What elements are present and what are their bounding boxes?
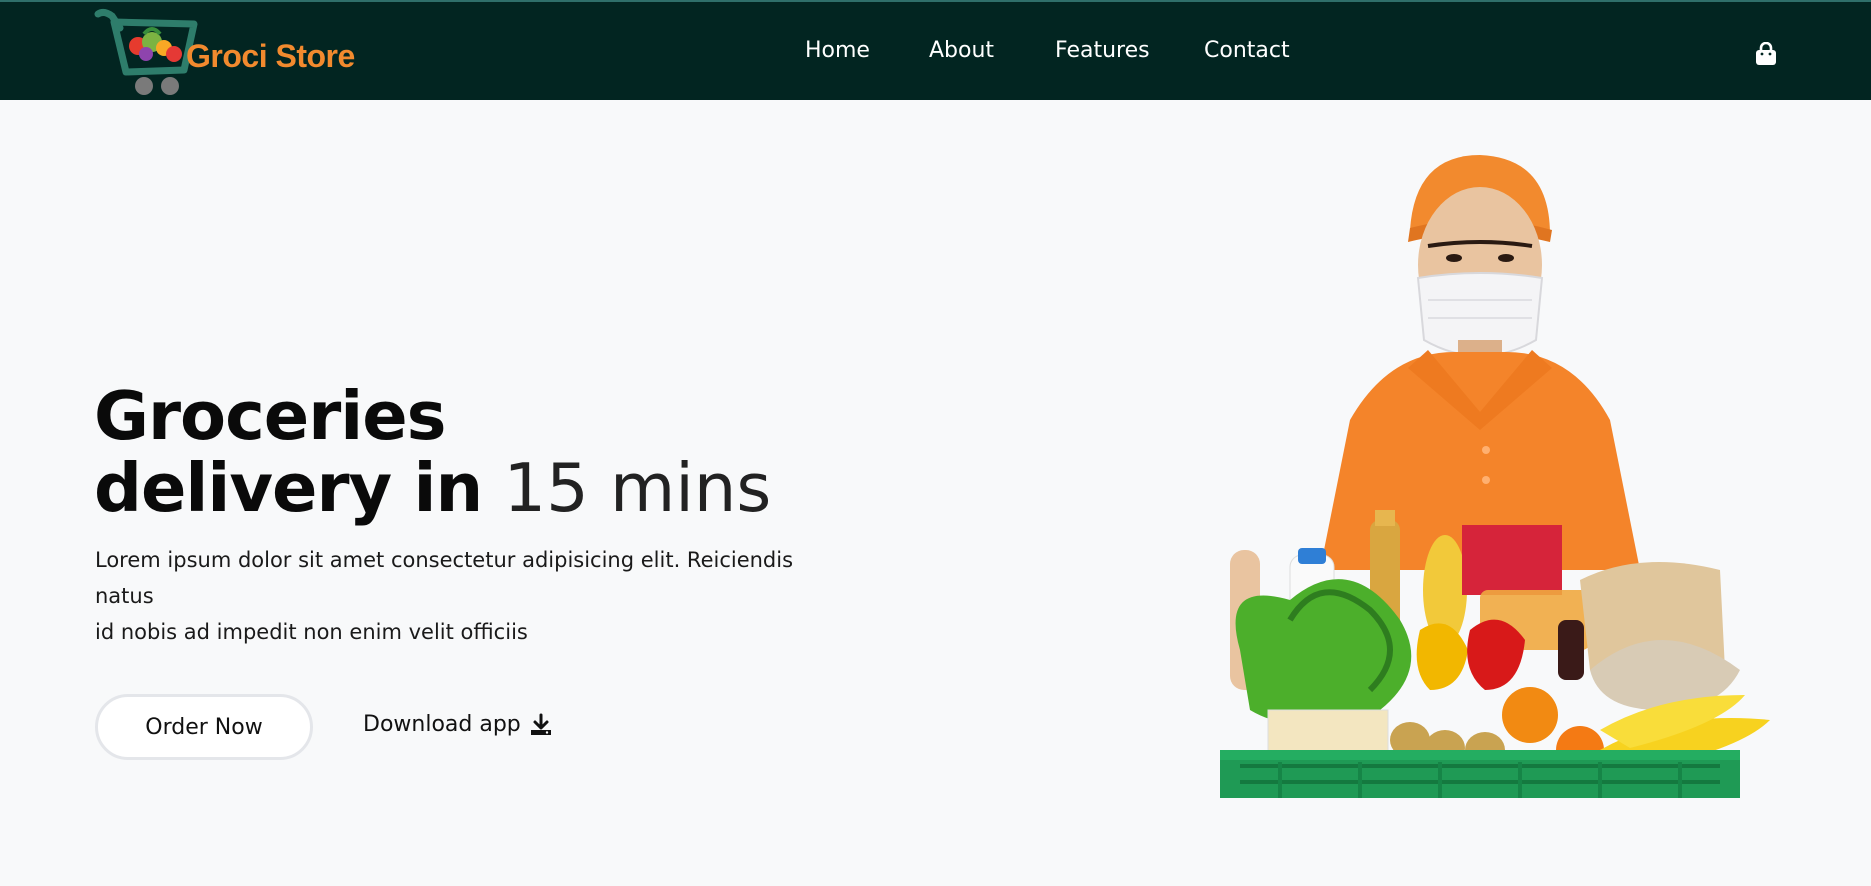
nav-features[interactable]: Features xyxy=(1055,38,1150,63)
hero-description-line3: id nobis ad impedit non enim velit offic… xyxy=(95,620,528,644)
hero-title-light: 15 mins xyxy=(482,449,772,527)
hero-title-line1: Groceries xyxy=(94,377,447,455)
download-app-link[interactable]: Download app xyxy=(363,712,553,737)
hero-description-line2: natus xyxy=(95,584,154,608)
hero-description: Lorem ipsum dolor sit amet consectetur a… xyxy=(95,542,815,650)
delivery-person-with-grocery-crate-image xyxy=(1220,155,1770,798)
download-app-label: Download app xyxy=(363,712,521,737)
order-now-button[interactable]: Order Now xyxy=(95,694,313,760)
hero-title-bold: delivery in xyxy=(94,449,483,527)
nav-home[interactable]: Home xyxy=(805,38,870,63)
nav-contact[interactable]: Contact xyxy=(1204,38,1290,63)
hero-description-line1: Lorem ipsum dolor sit amet consectetur a… xyxy=(95,548,794,572)
nav-about[interactable]: About xyxy=(929,38,994,63)
main-nav: Home About Features Contact xyxy=(0,38,1871,68)
hero-title: Groceries delivery in 15 mins xyxy=(94,380,771,524)
hero-title-line2: delivery in 15 mins xyxy=(94,452,771,524)
navbar: Groci Store Home About Features Contact xyxy=(0,0,1871,100)
download-icon xyxy=(530,713,551,735)
shopping-bag-icon[interactable] xyxy=(1755,42,1777,66)
